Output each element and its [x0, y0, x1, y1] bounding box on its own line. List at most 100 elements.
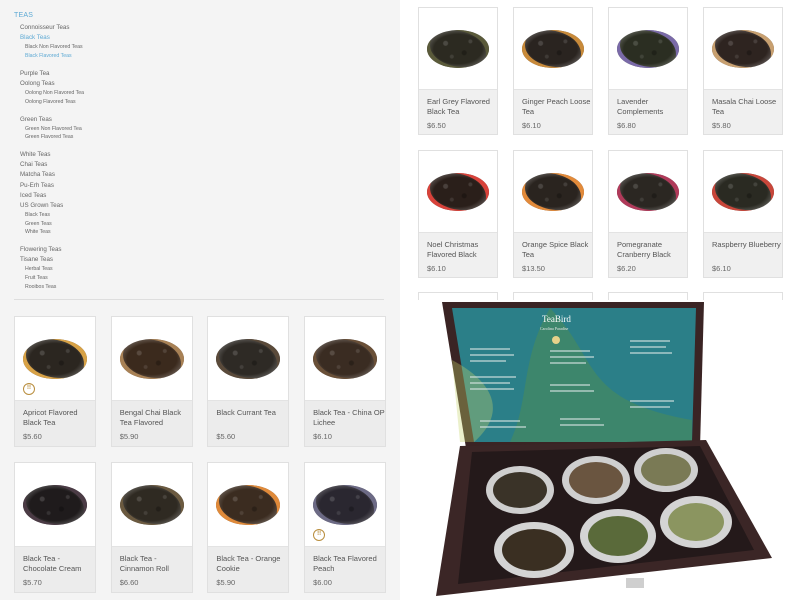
product-image[interactable]: !!	[305, 463, 386, 547]
product-card[interactable]: Black Tea - Chocolate Cream $5.70	[14, 462, 96, 593]
product-image[interactable]: !!	[15, 317, 95, 401]
product-price: $6.10	[712, 264, 731, 273]
product-image[interactable]	[704, 8, 782, 90]
product-card[interactable]: Earl Grey Flavored Black Tea $6.50	[418, 7, 498, 135]
sidebar-item-white-teas[interactable]: White Teas	[25, 228, 314, 237]
sidebar-item-green-flavored-teas[interactable]: Green Flavored Teas	[25, 133, 314, 142]
sidebar-item-white-teas[interactable]: White Teas	[20, 150, 314, 160]
brand-name: TeaBird	[542, 314, 571, 324]
tea-leaves-icon	[522, 172, 584, 211]
sidebar-item-pu-erh-teas[interactable]: Pu-Erh Teas	[20, 181, 314, 191]
product-name[interactable]: Black Tea - Cinnamon Roll	[120, 554, 192, 574]
product-card[interactable]: Lavender Complements $6.80	[608, 7, 688, 135]
product-image[interactable]	[419, 8, 497, 90]
product-card[interactable]: Bengal Chai Black Tea Flavored $5.90	[110, 316, 193, 447]
product-badge-icon: !!	[23, 383, 35, 395]
product-image[interactable]	[419, 151, 497, 233]
product-price: $6.10	[522, 121, 541, 130]
sidebar-item-matcha-teas[interactable]: Matcha Teas	[20, 170, 314, 180]
sidebar-item-green-teas[interactable]: Green Teas	[25, 220, 314, 229]
product-card-partial[interactable]	[703, 292, 783, 300]
product-name[interactable]: Bengal Chai Black Tea Flavored	[120, 408, 192, 428]
product-price: $5.90	[216, 578, 236, 587]
product-card[interactable]: Black Tea - Cinnamon Roll $6.60	[110, 462, 193, 593]
product-name[interactable]: Black Tea - China OP Lichee	[313, 408, 385, 428]
product-card[interactable]: Black Tea - China OP Lichee $6.10	[304, 316, 387, 447]
sidebar-item-green-teas[interactable]: Green Teas	[20, 115, 314, 125]
product-price: $6.10	[313, 432, 332, 441]
product-card[interactable]: !! Apricot Flavored Black Tea $5.60	[14, 316, 96, 447]
product-name[interactable]: Apricot Flavored Black Tea	[23, 408, 95, 428]
product-card[interactable]: Noel Christmas Flavored Black $6.10	[418, 150, 498, 278]
product-card[interactable]: Orange Spice Black Tea $13.50	[513, 150, 593, 278]
sidebar-item-rooibos-teas[interactable]: Rooibos Teas	[25, 283, 314, 292]
product-card[interactable]: !! Black Tea Flavored Peach $6.00	[304, 462, 387, 593]
product-card[interactable]: Black Tea - Orange Cookie $5.90	[207, 462, 290, 593]
sidebar-item-chai-teas[interactable]: Chai Teas	[20, 160, 314, 170]
product-price: $6.20	[617, 264, 636, 273]
product-card[interactable]: Ginger Peach Loose Tea $6.10	[513, 7, 593, 135]
product-image[interactable]	[514, 8, 592, 90]
product-image[interactable]	[111, 317, 192, 401]
sidebar-item-green-non-flavored-tea[interactable]: Green Non Flavored Tea	[25, 125, 314, 134]
product-badge-icon: !!	[313, 529, 326, 541]
product-name[interactable]: Ginger Peach Loose Tea	[522, 97, 594, 117]
product-card[interactable]: Black Currant Tea $5.60	[207, 316, 290, 447]
product-name[interactable]: Black Tea Flavored Peach	[313, 554, 385, 574]
product-price: $13.50	[522, 264, 545, 273]
product-name[interactable]: Earl Grey Flavored Black Tea	[427, 97, 499, 117]
sidebar-item-oolong-flavored-teas[interactable]: Oolong Flavored Teas	[25, 98, 314, 107]
product-price: $5.80	[712, 121, 731, 130]
tea-leaves-icon	[712, 29, 774, 68]
product-card-partial[interactable]	[418, 292, 498, 300]
product-name[interactable]: Noel Christmas Flavored Black	[427, 240, 499, 260]
product-price: $6.00	[313, 578, 332, 587]
sidebar-item-connoisseur-teas[interactable]: Connoisseur Teas	[20, 23, 314, 33]
brand-emblem	[552, 336, 560, 344]
product-name[interactable]: Lavender Complements	[617, 97, 689, 117]
product-image[interactable]	[208, 317, 289, 401]
product-image[interactable]	[704, 151, 782, 233]
sidebar-item-oolong-non-flavored-tea[interactable]: Oolong Non Flavored Tea	[25, 89, 314, 98]
product-card[interactable]: Masala Chai Loose Tea $5.80	[703, 7, 783, 135]
product-name[interactable]: Orange Spice Black Tea	[522, 240, 594, 260]
product-image[interactable]	[111, 463, 192, 547]
product-image[interactable]	[208, 463, 289, 547]
sidebar-item-black-teas[interactable]: Black Teas	[25, 211, 314, 220]
sidebar-item-fruit-teas[interactable]: Fruit Teas	[25, 274, 314, 283]
product-name[interactable]: Black Tea - Orange Cookie	[216, 554, 288, 574]
product-image[interactable]	[15, 463, 95, 547]
product-image[interactable]	[514, 151, 592, 233]
sidebar-item-purple-tea[interactable]: Purple Tea	[20, 69, 314, 79]
product-image[interactable]	[609, 151, 687, 233]
sidebar-item-herbal-teas[interactable]: Herbal Teas	[25, 265, 314, 274]
sidebar-item-tisane-teas[interactable]: Tisane Teas	[20, 255, 314, 265]
tea-leaves-icon	[427, 29, 489, 68]
tea-leaves-icon	[427, 172, 489, 211]
tea-leaves-icon	[313, 338, 378, 379]
sidebar-item-oolong-teas[interactable]: Oolong Teas	[20, 79, 314, 89]
sidebar-item-us-grown-teas[interactable]: US Grown Teas	[20, 201, 314, 211]
product-name[interactable]: Raspberry Blueberry	[712, 240, 784, 250]
sidebar-item-black-non-flavored-teas[interactable]: Black Non Flavored Teas	[25, 43, 314, 52]
product-image[interactable]	[609, 8, 687, 90]
product-card[interactable]: Raspberry Blueberry $6.10	[703, 150, 783, 278]
sidebar-item-black-teas[interactable]: Black Teas	[20, 33, 314, 43]
sidebar-item-flowering-teas[interactable]: Flowering Teas	[20, 245, 314, 255]
sidebar-heading[interactable]: TEAS	[14, 12, 314, 19]
product-name[interactable]: Pomegranate Cranberry Black	[617, 240, 689, 260]
product-price: $6.10	[427, 264, 446, 273]
tea-leaves-icon	[216, 338, 281, 379]
sidebar-item-iced-teas[interactable]: Iced Teas	[20, 191, 314, 201]
product-card-partial[interactable]	[513, 292, 593, 300]
tea-leaves-icon	[119, 484, 184, 525]
product-image[interactable]	[305, 317, 386, 401]
product-card[interactable]: Pomegranate Cranberry Black $6.20	[608, 150, 688, 278]
product-price: $5.90	[119, 432, 139, 441]
product-name[interactable]: Black Currant Tea	[216, 408, 288, 418]
product-name[interactable]: Black Tea - Chocolate Cream	[23, 554, 95, 574]
product-card-partial[interactable]	[608, 292, 688, 300]
tea-leaves-icon	[23, 338, 87, 379]
product-name[interactable]: Masala Chai Loose Tea	[712, 97, 784, 117]
sidebar-item-black-flavored-teas[interactable]: Black Flavored Teas	[25, 52, 314, 61]
